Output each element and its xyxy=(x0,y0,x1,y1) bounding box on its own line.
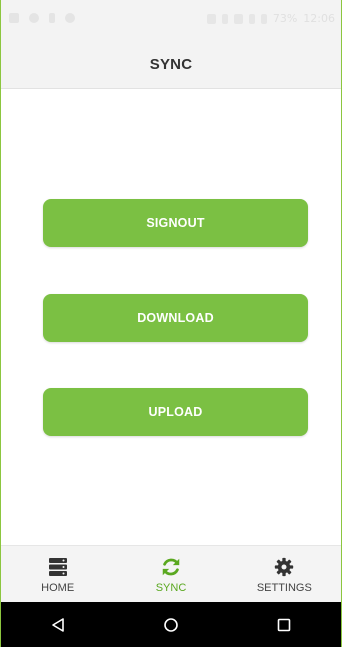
signout-button[interactable]: SIGNOUT xyxy=(43,199,308,247)
status-left-icons xyxy=(9,13,75,23)
signal-icon xyxy=(248,13,255,24)
status-right-icons: 73% 12:06 xyxy=(206,12,335,25)
tab-settings[interactable]: SETTINGS xyxy=(228,546,341,603)
gear-icon xyxy=(274,556,294,578)
battery-icon xyxy=(260,13,267,24)
tab-home-label: HOME xyxy=(41,581,75,594)
server-icon xyxy=(48,556,68,578)
header: SYNC xyxy=(1,40,341,89)
battery-level: 73% xyxy=(272,12,298,25)
bluetooth-icon xyxy=(221,13,228,24)
download-button[interactable]: DOWNLOAD xyxy=(43,294,308,342)
upload-button[interactable]: UPLOAD xyxy=(43,388,308,436)
page-title: SYNC xyxy=(149,55,193,73)
recents-square-icon[interactable] xyxy=(264,605,304,645)
tab-home[interactable]: HOME xyxy=(1,546,114,603)
tab-settings-label: SETTINGS xyxy=(256,581,312,594)
status-bar: 73% 12:06 xyxy=(1,0,341,40)
app-frame: 73% 12:06 SYNC SIGNOUT DOWNLOAD UPLOAD H… xyxy=(0,0,342,647)
bottom-tab-bar: HOME SYNC SETTINGS xyxy=(1,545,341,603)
tab-sync[interactable]: SYNC xyxy=(114,546,227,603)
clock: 12:06 xyxy=(303,12,335,25)
back-triangle-icon[interactable] xyxy=(38,605,78,645)
notification-icon xyxy=(9,13,19,23)
android-icon xyxy=(65,13,75,23)
system-nav-bar xyxy=(1,602,341,647)
wifi-icon xyxy=(233,13,243,24)
sync-icon xyxy=(160,556,182,578)
app-notification-icon xyxy=(29,13,39,23)
tab-sync-label: SYNC xyxy=(155,581,187,594)
home-circle-icon[interactable] xyxy=(151,605,191,645)
usb-icon xyxy=(49,13,55,23)
cast-icon xyxy=(206,13,216,24)
